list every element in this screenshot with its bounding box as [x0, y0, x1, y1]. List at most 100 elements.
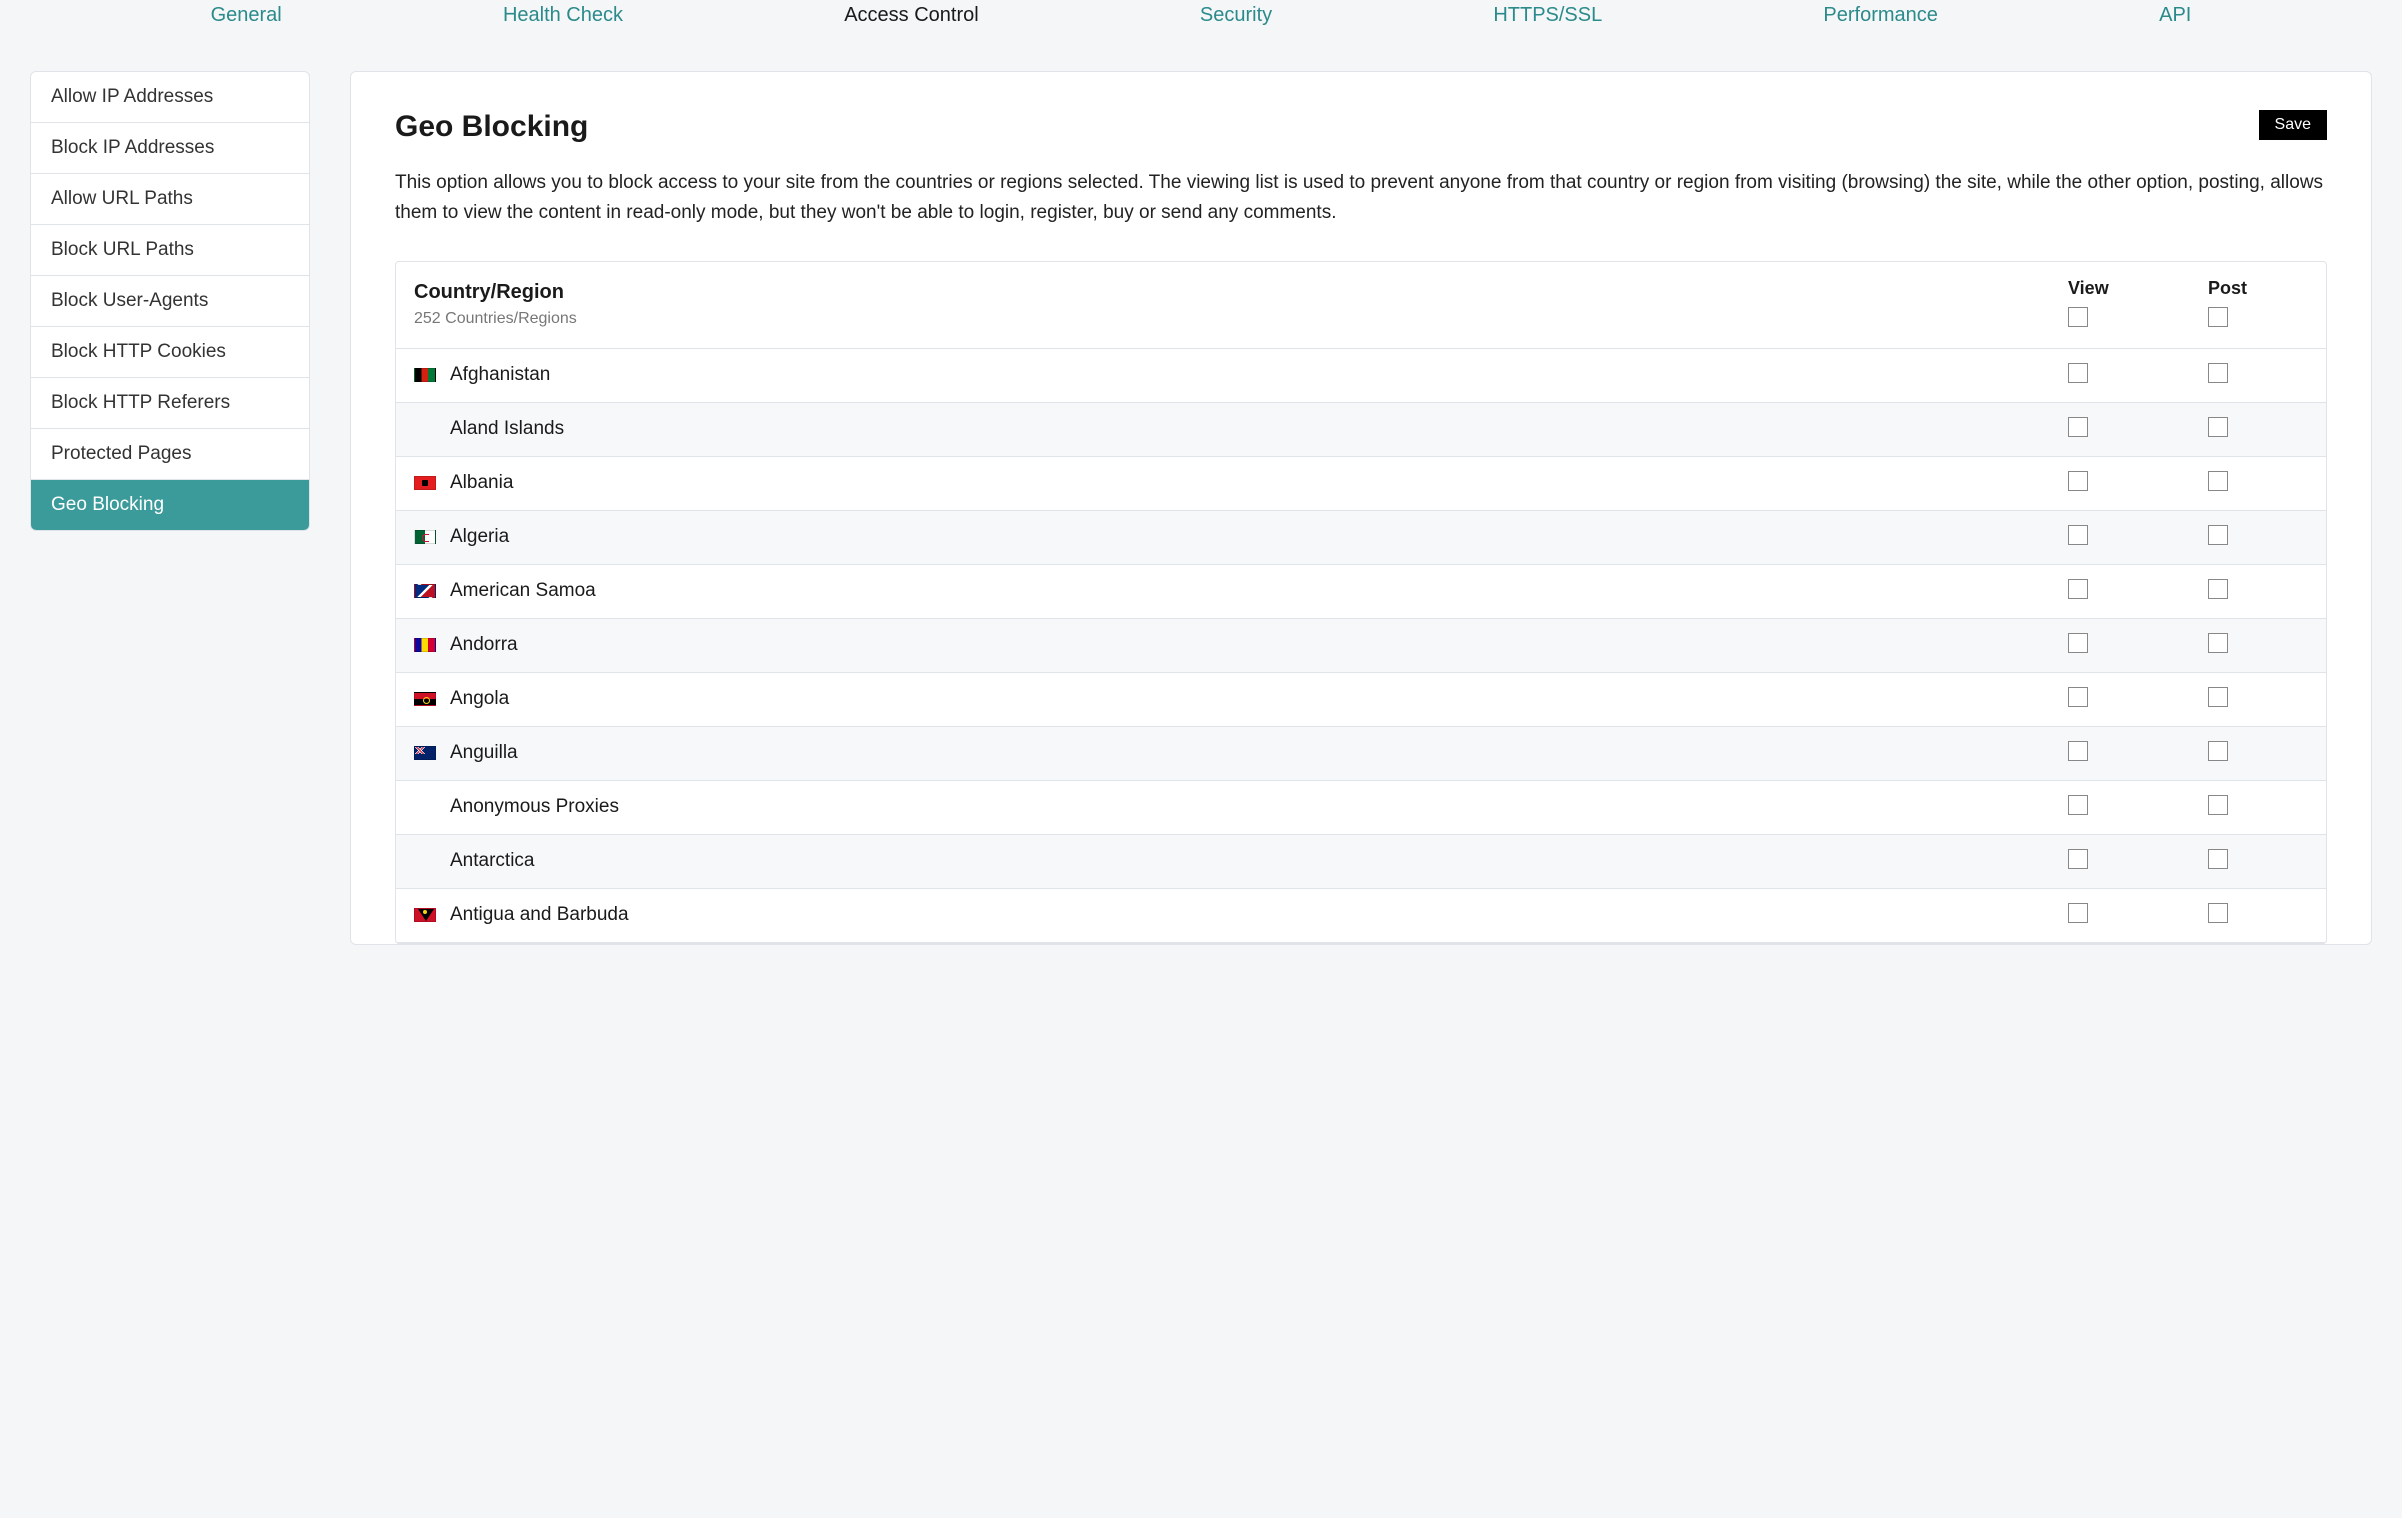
post-cell — [2208, 633, 2308, 658]
post-cell — [2208, 741, 2308, 766]
header-post-label: Post — [2208, 278, 2308, 299]
sidebar-list: Allow IP AddressesBlock IP AddressesAllo… — [30, 71, 310, 531]
country-name: Afghanistan — [450, 364, 550, 386]
flag-icon — [414, 530, 436, 544]
sidebar-item-block-http-referers[interactable]: Block HTTP Referers — [31, 378, 309, 429]
table-row: Antarctica — [396, 835, 2326, 889]
post-cell — [2208, 579, 2308, 604]
post-cell — [2208, 795, 2308, 820]
flag-icon — [414, 800, 436, 814]
tab-security[interactable]: Security — [1192, 0, 1280, 31]
view-checkbox[interactable] — [2068, 903, 2088, 923]
view-cell — [2068, 363, 2208, 388]
view-cell — [2068, 741, 2208, 766]
header-view-col: View — [2068, 278, 2208, 332]
country-name: Andorra — [450, 634, 518, 656]
view-checkbox[interactable] — [2068, 741, 2088, 761]
tab-general[interactable]: General — [203, 0, 290, 31]
sidebar-item-block-url-paths[interactable]: Block URL Paths — [31, 225, 309, 276]
table-row: Antigua and Barbuda — [396, 889, 2326, 943]
view-cell — [2068, 903, 2208, 928]
view-checkbox[interactable] — [2068, 363, 2088, 383]
flag-icon — [414, 854, 436, 868]
view-cell — [2068, 525, 2208, 550]
save-button[interactable]: Save — [2259, 110, 2327, 140]
flag-icon — [414, 422, 436, 436]
post-checkbox[interactable] — [2208, 633, 2228, 653]
view-cell — [2068, 633, 2208, 658]
country-cell: Albania — [414, 472, 2068, 494]
country-name: Anguilla — [450, 742, 518, 764]
sidebar-item-allow-ip-addresses[interactable]: Allow IP Addresses — [31, 72, 309, 123]
table-row: Andorra — [396, 619, 2326, 673]
view-cell — [2068, 849, 2208, 874]
post-checkbox[interactable] — [2208, 795, 2228, 815]
top-tabs: General Health Check Access Control Securit… — [0, 0, 2402, 43]
view-checkbox[interactable] — [2068, 795, 2088, 815]
sidebar-item-block-user-agents[interactable]: Block User-Agents — [31, 276, 309, 327]
view-checkbox[interactable] — [2068, 471, 2088, 491]
select-all-post-checkbox[interactable] — [2208, 307, 2228, 327]
post-checkbox[interactable] — [2208, 741, 2228, 761]
country-cell: American Samoa — [414, 580, 2068, 602]
sidebar-item-block-ip-addresses[interactable]: Block IP Addresses — [31, 123, 309, 174]
tab-health-check[interactable]: Health Check — [495, 0, 631, 31]
post-checkbox[interactable] — [2208, 903, 2228, 923]
country-name: Algeria — [450, 526, 509, 548]
flag-icon — [414, 638, 436, 652]
header-country-count: 252 Countries/Regions — [414, 310, 2068, 328]
sidebar: Allow IP AddressesBlock IP AddressesAllo… — [30, 71, 310, 945]
tab-https-ssl[interactable]: HTTPS/SSL — [1485, 0, 1610, 31]
header-country-col: Country/Region 252 Countries/Regions — [414, 281, 2068, 328]
post-checkbox[interactable] — [2208, 363, 2228, 383]
sidebar-item-block-http-cookies[interactable]: Block HTTP Cookies — [31, 327, 309, 378]
view-cell — [2068, 687, 2208, 712]
view-checkbox[interactable] — [2068, 849, 2088, 869]
view-checkbox[interactable] — [2068, 417, 2088, 437]
post-checkbox[interactable] — [2208, 687, 2228, 707]
post-cell — [2208, 525, 2308, 550]
flag-icon — [414, 746, 436, 760]
geo-table: Country/Region 252 Countries/Regions Vie… — [395, 261, 2327, 944]
table-row: Afghanistan — [396, 349, 2326, 403]
page-description: This option allows you to block access t… — [395, 168, 2327, 229]
view-checkbox[interactable] — [2068, 579, 2088, 599]
flag-icon — [414, 584, 436, 598]
country-cell: Antigua and Barbuda — [414, 904, 2068, 926]
country-cell: Andorra — [414, 634, 2068, 656]
post-cell — [2208, 687, 2308, 712]
country-cell: Aland Islands — [414, 418, 2068, 440]
table-row: Algeria — [396, 511, 2326, 565]
post-checkbox[interactable] — [2208, 471, 2228, 491]
table-row: American Samoa — [396, 565, 2326, 619]
view-checkbox[interactable] — [2068, 525, 2088, 545]
sidebar-item-allow-url-paths[interactable]: Allow URL Paths — [31, 174, 309, 225]
post-checkbox[interactable] — [2208, 417, 2228, 437]
tab-performance[interactable]: Performance — [1815, 0, 1946, 31]
sidebar-item-geo-blocking[interactable]: Geo Blocking — [31, 480, 309, 530]
view-cell — [2068, 417, 2208, 442]
view-checkbox[interactable] — [2068, 633, 2088, 653]
select-all-view-checkbox[interactable] — [2068, 307, 2088, 327]
table-row: Albania — [396, 457, 2326, 511]
view-cell — [2068, 471, 2208, 496]
table-row: Anguilla — [396, 727, 2326, 781]
country-cell: Angola — [414, 688, 2068, 710]
post-checkbox[interactable] — [2208, 579, 2228, 599]
country-name: Anonymous Proxies — [450, 796, 619, 818]
sidebar-item-protected-pages[interactable]: Protected Pages — [31, 429, 309, 480]
country-cell: Afghanistan — [414, 364, 2068, 386]
header-country-label: Country/Region — [414, 281, 2068, 304]
country-cell: Algeria — [414, 526, 2068, 548]
view-checkbox[interactable] — [2068, 687, 2088, 707]
table-row: Anonymous Proxies — [396, 781, 2326, 835]
country-cell: Anonymous Proxies — [414, 796, 2068, 818]
post-cell — [2208, 417, 2308, 442]
post-checkbox[interactable] — [2208, 849, 2228, 869]
tab-api[interactable]: API — [2151, 0, 2199, 31]
flag-icon — [414, 908, 436, 922]
country-name: Antigua and Barbuda — [450, 904, 629, 926]
tab-access-control[interactable]: Access Control — [836, 0, 987, 31]
post-checkbox[interactable] — [2208, 525, 2228, 545]
post-cell — [2208, 849, 2308, 874]
